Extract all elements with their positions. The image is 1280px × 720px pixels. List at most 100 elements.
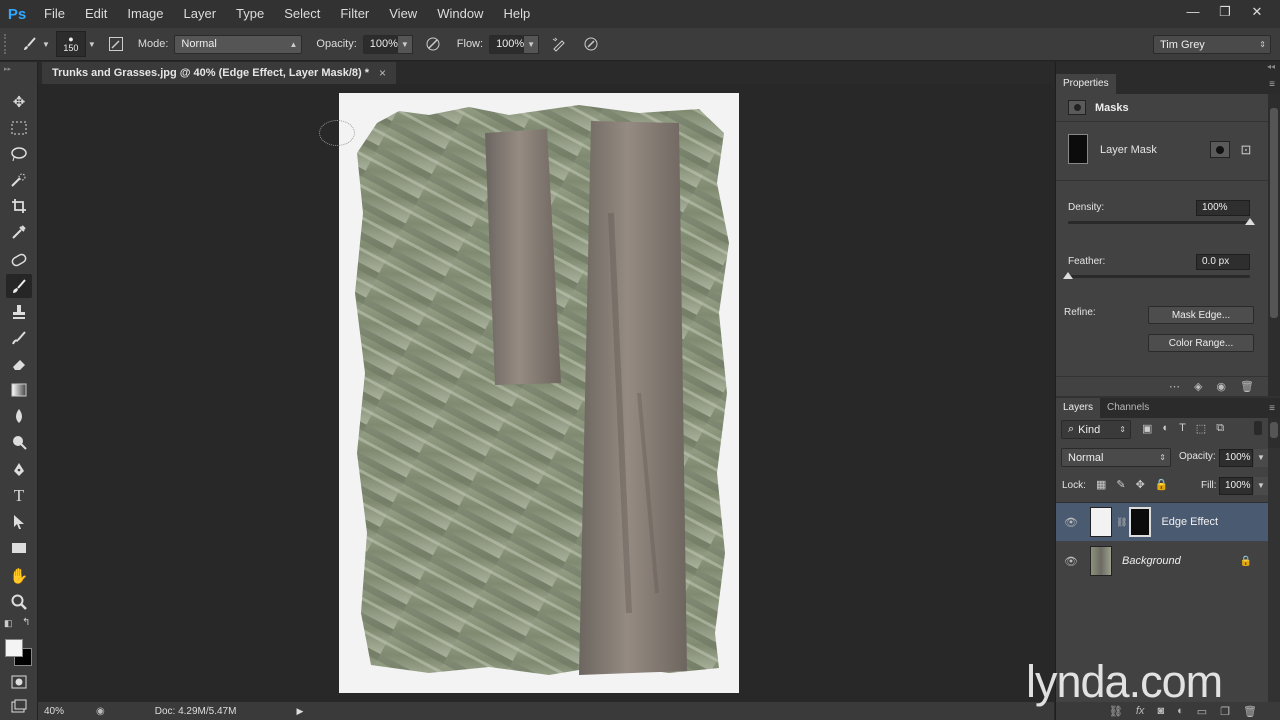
visibility-eye-icon[interactable]: 👁: [1060, 516, 1082, 529]
layers-scrollbar[interactable]: [1268, 418, 1280, 448]
kind-filter-select[interactable]: ⌕ Kind ⇕: [1061, 420, 1131, 439]
zoom-tool-icon[interactable]: [6, 590, 32, 614]
fill-arrow[interactable]: ▼: [1254, 477, 1268, 495]
hand-tool-icon[interactable]: ✋: [6, 564, 32, 588]
pen-tool-icon[interactable]: [6, 458, 32, 482]
disable-mask-icon[interactable]: ◉: [1216, 380, 1226, 393]
foreground-color-swatch[interactable]: [5, 639, 23, 657]
type-tool-icon[interactable]: T: [6, 484, 32, 508]
properties-scrollbar[interactable]: [1268, 94, 1280, 396]
brush-preset-picker[interactable]: ● 150: [55, 31, 86, 57]
tab-layers[interactable]: Layers: [1056, 398, 1101, 418]
lock-transparent-icon[interactable]: ▦: [1096, 478, 1106, 491]
flow-dropdown-arrow[interactable]: ▼: [523, 34, 540, 54]
healing-brush-tool-icon[interactable]: [6, 248, 32, 272]
eyedropper-tool-icon[interactable]: [6, 220, 32, 244]
toolbar-collapse-icon[interactable]: ▸▸: [4, 65, 11, 73]
workspace-select[interactable]: Tim Grey ⇕: [1153, 35, 1271, 54]
swap-colors-icon[interactable]: ↰: [22, 617, 30, 628]
move-tool-icon[interactable]: ✥: [6, 90, 32, 114]
document-tab[interactable]: Trunks and Grasses.jpg @ 40% (Edge Effec…: [42, 62, 397, 84]
blend-mode-select[interactable]: Normal ⇕: [1061, 448, 1171, 467]
status-options-icon[interactable]: ◉: [96, 706, 105, 717]
layer-mask-thumbnail[interactable]: [1129, 507, 1152, 537]
tab-channels[interactable]: Channels: [1100, 398, 1156, 418]
lock-all-icon[interactable]: 🔒: [1155, 478, 1169, 491]
minimize-button[interactable]: —: [1180, 2, 1206, 22]
adjustment-filter-icon[interactable]: ◐: [1162, 422, 1169, 435]
close-tab-icon[interactable]: ×: [379, 66, 386, 80]
apply-mask-icon[interactable]: ◈: [1194, 380, 1202, 393]
blur-tool-icon[interactable]: [6, 404, 32, 428]
menu-view[interactable]: View: [379, 0, 427, 28]
menu-filter[interactable]: Filter: [330, 0, 379, 28]
default-colors-icon[interactable]: ◧: [4, 618, 13, 629]
filter-toggle[interactable]: [1254, 421, 1262, 435]
zoom-level[interactable]: 40%: [44, 706, 90, 717]
feather-input[interactable]: 0.0 px: [1196, 254, 1250, 270]
gradient-tool-icon[interactable]: [6, 378, 32, 402]
fill-input[interactable]: 100%: [1219, 477, 1253, 495]
eraser-tool-icon[interactable]: [6, 352, 32, 376]
layer-row-background[interactable]: 👁 Background 🔒: [1056, 542, 1268, 580]
brush-tool-icon[interactable]: [20, 34, 40, 54]
layer-name[interactable]: Edge Effect: [1161, 516, 1218, 528]
status-menu-arrow-icon[interactable]: ▶: [296, 706, 303, 717]
delete-layer-icon[interactable]: 🗑: [1243, 705, 1257, 718]
feather-slider[interactable]: [1068, 275, 1250, 278]
shape-filter-icon[interactable]: ⬚: [1196, 422, 1206, 435]
dock-collapse-icon[interactable]: ◂◂: [1267, 62, 1275, 71]
close-button[interactable]: ✕: [1244, 2, 1270, 22]
canvas-area[interactable]: [38, 84, 1054, 700]
opacity-input[interactable]: 100%: [362, 34, 398, 54]
feather-slider-thumb[interactable]: [1063, 272, 1073, 279]
menu-type[interactable]: Type: [226, 0, 274, 28]
quick-selection-tool-icon[interactable]: [6, 168, 32, 192]
add-vector-mask-icon[interactable]: ⊡: [1236, 141, 1256, 158]
dodge-tool-icon[interactable]: [6, 430, 32, 454]
screen-mode-icon[interactable]: [6, 694, 32, 718]
type-filter-icon[interactable]: T: [1179, 422, 1186, 435]
color-range-button[interactable]: Color Range...: [1148, 334, 1254, 352]
opacity-dropdown-arrow[interactable]: ▼: [396, 34, 413, 54]
delete-mask-icon[interactable]: 🗑: [1240, 380, 1254, 393]
brush-panel-toggle-icon[interactable]: [106, 34, 126, 54]
tab-properties[interactable]: Properties: [1056, 74, 1116, 94]
density-slider-thumb[interactable]: [1245, 218, 1255, 225]
menu-select[interactable]: Select: [274, 0, 330, 28]
history-brush-tool-icon[interactable]: [6, 326, 32, 350]
lasso-tool-icon[interactable]: [6, 142, 32, 166]
quick-mask-icon[interactable]: [6, 670, 32, 694]
layer-opacity-input[interactable]: 100%: [1219, 449, 1253, 467]
tool-preset-arrow[interactable]: ▼: [42, 40, 50, 49]
crop-tool-icon[interactable]: [6, 194, 32, 218]
brush-tool-icon[interactable]: [6, 274, 32, 298]
layer-opacity-arrow[interactable]: ▼: [1254, 449, 1268, 467]
density-input[interactable]: 100%: [1196, 200, 1250, 216]
menu-edit[interactable]: Edit: [75, 0, 117, 28]
panel-menu-icon[interactable]: ≡: [1269, 79, 1275, 90]
clone-stamp-tool-icon[interactable]: [6, 300, 32, 324]
rectangle-tool-icon[interactable]: [6, 536, 32, 560]
restore-button[interactable]: ❐: [1212, 2, 1238, 22]
airbrush-icon[interactable]: [549, 34, 569, 54]
path-selection-tool-icon[interactable]: [6, 510, 32, 534]
menu-window[interactable]: Window: [427, 0, 493, 28]
layer-name[interactable]: Background: [1122, 555, 1181, 567]
pixel-filter-icon[interactable]: ▣: [1142, 422, 1152, 435]
menu-help[interactable]: Help: [493, 0, 540, 28]
properties-scroll-thumb[interactable]: [1270, 108, 1278, 318]
load-selection-icon[interactable]: ⋯: [1169, 380, 1180, 393]
smart-object-filter-icon[interactable]: ⧉: [1216, 422, 1224, 435]
lock-image-icon[interactable]: ✎: [1116, 478, 1125, 491]
panel-menu-icon[interactable]: ≡: [1269, 403, 1275, 414]
menu-file[interactable]: File: [34, 0, 75, 28]
mode-select[interactable]: Normal ▲: [174, 34, 303, 54]
menu-image[interactable]: Image: [117, 0, 173, 28]
layer-row-edge-effect[interactable]: 👁 ⛓ Edge Effect: [1056, 503, 1268, 541]
pressure-size-icon[interactable]: [581, 34, 601, 54]
mask-edge-button[interactable]: Mask Edge...: [1148, 306, 1254, 324]
marquee-tool-icon[interactable]: [6, 116, 32, 140]
flow-input[interactable]: 100%: [489, 34, 524, 54]
layers-scroll-thumb[interactable]: [1270, 422, 1278, 438]
